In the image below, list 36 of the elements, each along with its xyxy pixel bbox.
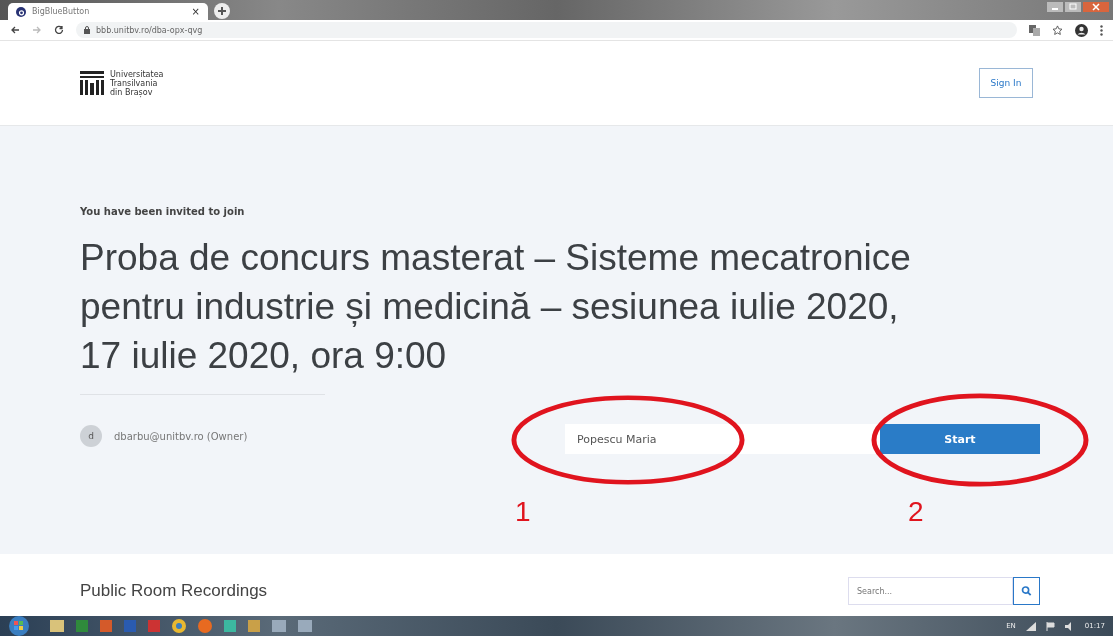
- section-heading: Public Room Recordings: [80, 581, 268, 601]
- star-icon[interactable]: [1052, 24, 1063, 36]
- flag-icon[interactable]: [1045, 621, 1055, 631]
- close-icon[interactable]: [1083, 2, 1109, 12]
- name-input-field[interactable]: Popescu Maria: [565, 424, 880, 454]
- search-field[interactable]: Search...: [848, 577, 1013, 605]
- start-button[interactable]: Start: [880, 424, 1040, 454]
- invitation-label: You have been invited to join: [80, 206, 246, 217]
- annotation-number: 2: [908, 496, 924, 528]
- search-icon[interactable]: [1013, 577, 1040, 605]
- address-bar[interactable]: bbb.unitbv.ro/dba-opx-qvg: [76, 22, 1017, 38]
- browser-tab[interactable]: BigBlueButton ×: [8, 3, 208, 20]
- reload-icon[interactable]: [54, 25, 64, 35]
- start-menu-icon[interactable]: [8, 616, 30, 636]
- logo-text: Universitatea: [110, 69, 164, 79]
- logo-text: din Brașov: [110, 87, 154, 97]
- owner-label: dbarbu@unitbv.ro (Owner): [114, 430, 248, 442]
- minimize-icon[interactable]: [1047, 2, 1063, 12]
- translate-icon[interactable]: [1029, 24, 1040, 36]
- sign-in-button[interactable]: Sign In: [979, 68, 1033, 98]
- avatar: d: [80, 425, 102, 447]
- menu-icon[interactable]: [1100, 24, 1103, 36]
- new-tab-icon[interactable]: [214, 3, 230, 19]
- room-title: Proba de concurs masterat – Sisteme mecatronice pentru industrie și medicină – sesiunea iulie 2020, 17 iulie 2020, ora 9:00: [80, 236, 912, 378]
- close-tab-button[interactable]: ×: [191, 6, 200, 17]
- annotation-number: 1: [515, 496, 531, 528]
- url-text: bbb.unitbv.ro/dba-opx-qvg: [96, 25, 203, 35]
- back-icon[interactable]: [10, 25, 20, 35]
- forward-icon[interactable]: [32, 25, 42, 35]
- signal-icon[interactable]: [1025, 621, 1036, 631]
- app-logo-icon: [16, 6, 26, 17]
- tab-title: BigBlueButton: [32, 7, 91, 16]
- account-icon[interactable]: [1075, 23, 1088, 37]
- lock-icon: [84, 26, 90, 34]
- university-logo-icon: [80, 71, 104, 95]
- logo-text: Transilvania: [110, 78, 159, 88]
